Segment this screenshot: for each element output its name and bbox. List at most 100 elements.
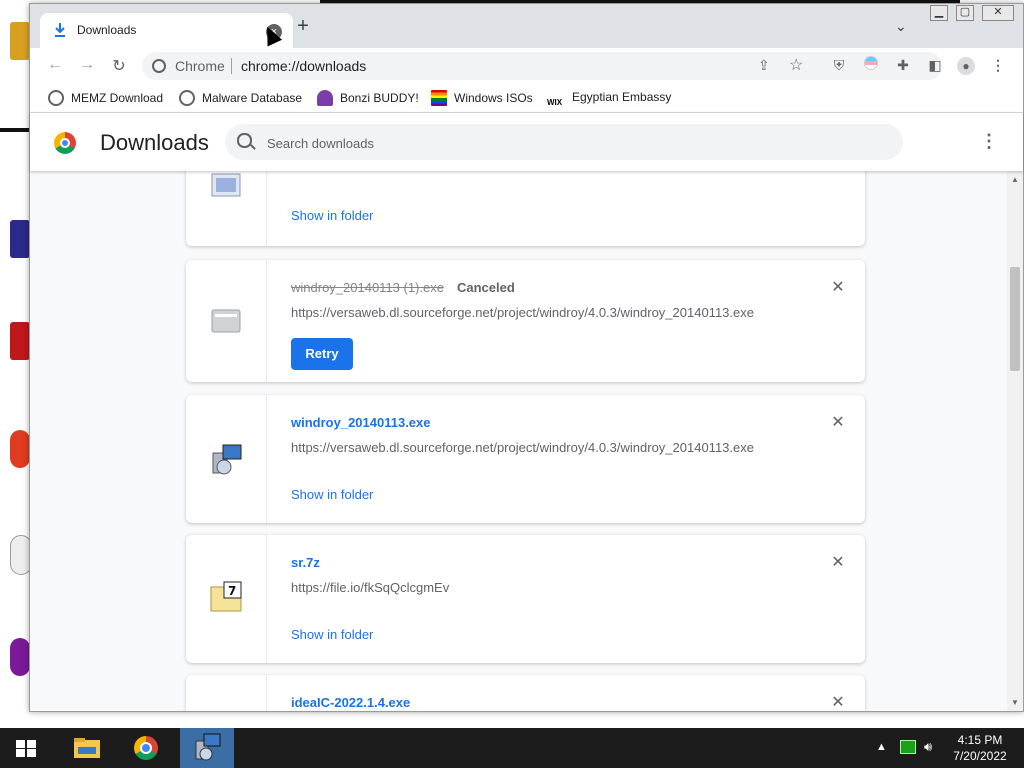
- download-item: windroy_20140113 (1).exe Canceled https:…: [186, 260, 865, 382]
- download-filename: windroy_20140113 (1).exe: [291, 280, 444, 295]
- download-item: ideaIC-2022.1.4.exe ✕: [186, 675, 865, 711]
- minimize-button[interactable]: ▁: [930, 5, 948, 21]
- download-icon: [55, 23, 65, 37]
- network-icon[interactable]: [900, 740, 916, 754]
- tab-strip: Downloads × + ⌄ ▁ ▢ ✕: [30, 4, 1023, 48]
- desktop-icon[interactable]: [10, 430, 30, 468]
- chrome-icon: [134, 736, 158, 760]
- omnibox-url[interactable]: chrome://downloads: [241, 58, 366, 74]
- bookmark-malware-database[interactable]: Malware Database: [179, 90, 302, 106]
- taskbar-file-explorer[interactable]: [60, 728, 114, 768]
- installer-icon: [195, 733, 221, 761]
- chrome-chip-icon: [152, 59, 166, 73]
- 7z-archive-icon: 7: [210, 581, 242, 612]
- download-source-url[interactable]: https://file.io/fkSqQclcgmEv: [291, 580, 449, 595]
- bookmark-label: MEMZ Download: [71, 91, 164, 105]
- bookmark-label: Windows ISOs: [454, 91, 533, 105]
- search-input[interactable]: [265, 132, 869, 154]
- retry-button[interactable]: Retry: [291, 338, 353, 370]
- back-button[interactable]: ←: [45, 56, 65, 74]
- search-downloads-bar[interactable]: [225, 124, 903, 160]
- file-icon-column: [186, 395, 267, 523]
- download-source-url[interactable]: https://versaweb.dl.sourceforge.net/proj…: [291, 440, 754, 455]
- rainbow-flag-icon: [431, 90, 447, 106]
- bookmarks-bar: MEMZ Download Malware Database Bonzi BUD…: [30, 84, 1023, 113]
- remove-item-icon[interactable]: ✕: [830, 277, 846, 297]
- maximize-button[interactable]: ▢: [956, 5, 974, 21]
- extension-flag-icon[interactable]: [862, 56, 880, 74]
- new-tab-button[interactable]: +: [294, 16, 312, 36]
- windows-start-icon[interactable]: [16, 740, 36, 757]
- globe-icon: [179, 90, 195, 106]
- scroll-down-arrow-icon[interactable]: ▼: [1011, 698, 1019, 707]
- tab-search-button[interactable]: ⌄: [895, 18, 907, 35]
- bookmark-bonzi-buddy[interactable]: Bonzi BUDDY!: [317, 90, 419, 106]
- download-filename[interactable]: windroy_20140113.exe: [291, 415, 431, 430]
- download-item: windroy_20140113.exe https://versaweb.dl…: [186, 395, 865, 523]
- bookmark-label: Egyptian Embassy: [572, 90, 672, 104]
- taskbar-chrome[interactable]: [120, 728, 174, 768]
- browser-window: Downloads × + ⌄ ▁ ▢ ✕ ← → ↻ Chrome chrom…: [29, 3, 1024, 712]
- bookmark-memz[interactable]: MEMZ Download: [48, 90, 163, 106]
- chrome-menu-icon[interactable]: ⋮: [989, 56, 1007, 74]
- downloads-header: Downloads ⋮: [30, 113, 1023, 171]
- desktop-icon[interactable]: [10, 322, 30, 360]
- desktop-icon[interactable]: [10, 220, 30, 258]
- forward-button[interactable]: →: [77, 56, 97, 74]
- download-item: 7 sr.7z https://file.io/fkSqQclcgmEv Sho…: [186, 535, 865, 663]
- desktop-icon[interactable]: [10, 22, 30, 60]
- toolbar: ← → ↻ Chrome chrome://downloads ⇪ ☆ ⛨ ✚ …: [30, 48, 1023, 84]
- bookmark-windows-isos[interactable]: Windows ISOs: [431, 90, 533, 106]
- show-in-folder-link[interactable]: Show in folder: [291, 627, 373, 642]
- bookmark-star-icon[interactable]: ☆: [789, 55, 803, 75]
- bookmark-egyptian-embassy[interactable]: WIX Egyptian Embassy: [547, 90, 671, 111]
- taskbar-installer[interactable]: [180, 728, 234, 768]
- page-title: Downloads: [100, 130, 209, 155]
- show-in-folder-link[interactable]: Show in folder: [291, 487, 373, 502]
- download-filename[interactable]: ideaIC-2022.1.4.exe: [291, 695, 410, 710]
- file-icon-column: 7: [186, 535, 267, 663]
- volume-icon[interactable]: 🔊︎: [924, 739, 932, 755]
- bookmark-label: Bonzi BUDDY!: [340, 91, 419, 105]
- share-icon[interactable]: ⇪: [758, 57, 770, 74]
- reload-button[interactable]: ↻: [109, 56, 129, 76]
- scrollbar-thumb[interactable]: [1010, 267, 1020, 371]
- more-actions-icon[interactable]: ⋮: [980, 131, 998, 152]
- clock-date: 7/20/2022: [953, 749, 1007, 763]
- remove-item-icon[interactable]: ✕: [830, 552, 846, 572]
- remove-item-icon[interactable]: ✕: [830, 692, 846, 711]
- address-bar[interactable]: Chrome chrome://downloads ⇪ ☆: [142, 52, 942, 80]
- download-source-url[interactable]: https://versaweb.dl.sourceforge.net/proj…: [291, 305, 754, 320]
- search-icon: [237, 133, 252, 148]
- scroll-up-arrow-icon[interactable]: ▲: [1011, 175, 1019, 184]
- downloads-list: Show in folder windroy_20140113 (1).exe …: [30, 171, 1007, 711]
- file-icon-column: [186, 675, 267, 711]
- tab-title: Downloads: [77, 23, 137, 37]
- side-panel-icon[interactable]: ◧: [926, 56, 944, 74]
- download-status: Canceled: [457, 280, 515, 295]
- tray-overflow-icon[interactable]: ▲: [876, 741, 887, 753]
- globe-icon: [48, 90, 64, 106]
- system-clock[interactable]: 4:15 PM 7/20/2022: [940, 732, 1020, 764]
- extensions-puzzle-icon[interactable]: ✚: [894, 56, 912, 74]
- show-in-folder-link[interactable]: Show in folder: [291, 208, 373, 223]
- profile-avatar-icon[interactable]: ●: [957, 56, 975, 75]
- tab-downloads[interactable]: Downloads ×: [40, 13, 293, 48]
- file-icon-column: [186, 171, 267, 246]
- bonzi-icon: [317, 90, 333, 106]
- wix-icon: WIX: [547, 98, 563, 107]
- folder-icon: [74, 738, 100, 758]
- omnibox-chip: Chrome: [175, 58, 225, 74]
- remove-item-icon[interactable]: ✕: [830, 412, 846, 432]
- ublock-icon[interactable]: ⛨: [830, 56, 848, 74]
- close-window-button[interactable]: ✕: [982, 5, 1014, 21]
- desktop-icon[interactable]: [10, 638, 30, 676]
- desktop-divider: [0, 128, 29, 132]
- svg-text:7: 7: [228, 584, 236, 598]
- taskbar: ▲ 🔊︎ 4:15 PM 7/20/2022: [0, 728, 1024, 768]
- download-filename[interactable]: sr.7z: [291, 555, 320, 570]
- clock-time: 4:15 PM: [957, 733, 1003, 747]
- download-item: Show in folder: [186, 171, 865, 246]
- bookmark-label: Malware Database: [202, 91, 303, 105]
- page-scrollbar[interactable]: ▲ ▼: [1007, 171, 1023, 711]
